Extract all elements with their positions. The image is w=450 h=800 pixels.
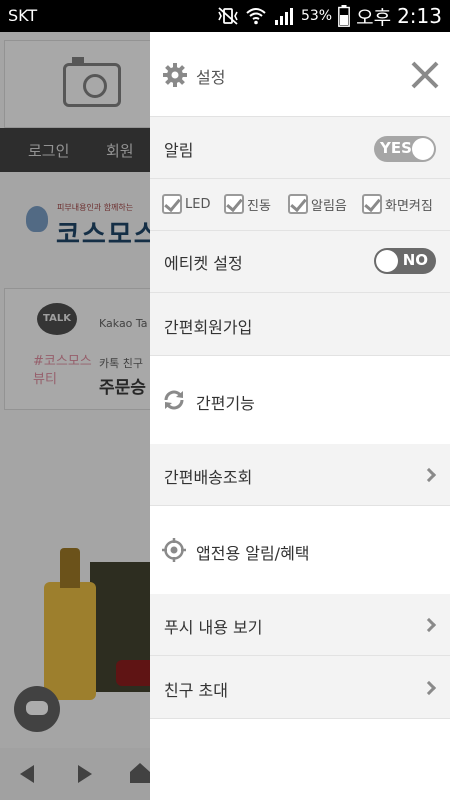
status-icons: 53% 오후 2:13: [217, 3, 442, 29]
alarm-toggle[interactable]: YES: [374, 136, 436, 162]
app-benefits-header: 앱전용 알림/혜택: [150, 506, 450, 594]
dim-overlay[interactable]: [0, 32, 150, 800]
battery-percent: 53%: [300, 8, 333, 24]
settings-drawer: 설정 알림 YES LED 진동 알림음 화면켜짐 에티켓 설정 NO 간편회원…: [150, 32, 450, 800]
alarm-options-row: LED 진동 알림음 화면켜짐: [150, 179, 450, 231]
chevron-right-icon: [421, 680, 437, 696]
gear-icon: [163, 63, 187, 87]
toggle-knob: [412, 138, 434, 160]
clock-time: 2:13: [397, 4, 442, 28]
quick-features-label: 간편기능: [196, 394, 255, 413]
clock-ampm: 오후: [356, 6, 392, 29]
option-screen-on-label: 화면켜짐: [385, 198, 433, 214]
status-bar: SKT 53% 오후 2:13: [0, 0, 450, 32]
alarm-label: 알림: [164, 141, 194, 160]
invite-friend-label: 친구 초대: [164, 681, 228, 700]
delivery-tracking-item[interactable]: 간편배송조회: [150, 444, 450, 506]
close-icon[interactable]: [410, 60, 440, 90]
battery-icon: [338, 5, 351, 27]
alarm-row: 알림 YES: [150, 117, 450, 179]
checkbox-checked-icon[interactable]: [162, 194, 182, 214]
carrier-label: SKT: [8, 6, 38, 25]
crosshair-icon: [162, 538, 186, 562]
push-content-item[interactable]: 푸시 내용 보기: [150, 594, 450, 656]
refresh-icon: [164, 390, 184, 410]
option-screen-on[interactable]: 화면켜짐: [362, 194, 433, 214]
vibrate-mute-icon: [218, 7, 238, 25]
checkbox-checked-icon[interactable]: [362, 194, 382, 214]
quick-features-header: 간편기능: [150, 356, 450, 444]
option-sound-label: 알림음: [311, 198, 347, 214]
wifi-icon: [246, 8, 266, 25]
option-vibrate[interactable]: 진동: [224, 194, 271, 214]
drawer-header: 설정: [150, 32, 450, 117]
chevron-right-icon: [421, 617, 437, 633]
chevron-right-icon: [421, 467, 437, 483]
push-content-label: 푸시 내용 보기: [164, 618, 263, 637]
checkbox-checked-icon[interactable]: [224, 194, 244, 214]
app-benefits-label: 앱전용 알림/혜택: [196, 544, 310, 563]
checkbox-checked-icon[interactable]: [288, 194, 308, 214]
settings-title: 설정: [196, 68, 226, 87]
quick-signup-item[interactable]: 간편회원가입: [150, 293, 450, 356]
etiquette-toggle[interactable]: NO: [374, 248, 436, 274]
option-vibrate-label: 진동: [247, 198, 271, 214]
etiquette-row: 에티켓 설정 NO: [150, 231, 450, 293]
option-led-label: LED: [185, 196, 211, 212]
option-led[interactable]: LED: [162, 194, 210, 214]
alarm-toggle-text: YES: [380, 139, 412, 157]
signal-icon: [274, 8, 293, 25]
etiquette-toggle-text: NO: [402, 251, 428, 269]
invite-friend-item[interactable]: 친구 초대: [150, 656, 450, 719]
option-sound[interactable]: 알림음: [288, 194, 347, 214]
delivery-tracking-label: 간편배송조회: [164, 468, 253, 487]
etiquette-label: 에티켓 설정: [164, 254, 243, 273]
quick-signup-label: 간편회원가입: [164, 318, 253, 337]
toggle-knob: [376, 250, 398, 272]
